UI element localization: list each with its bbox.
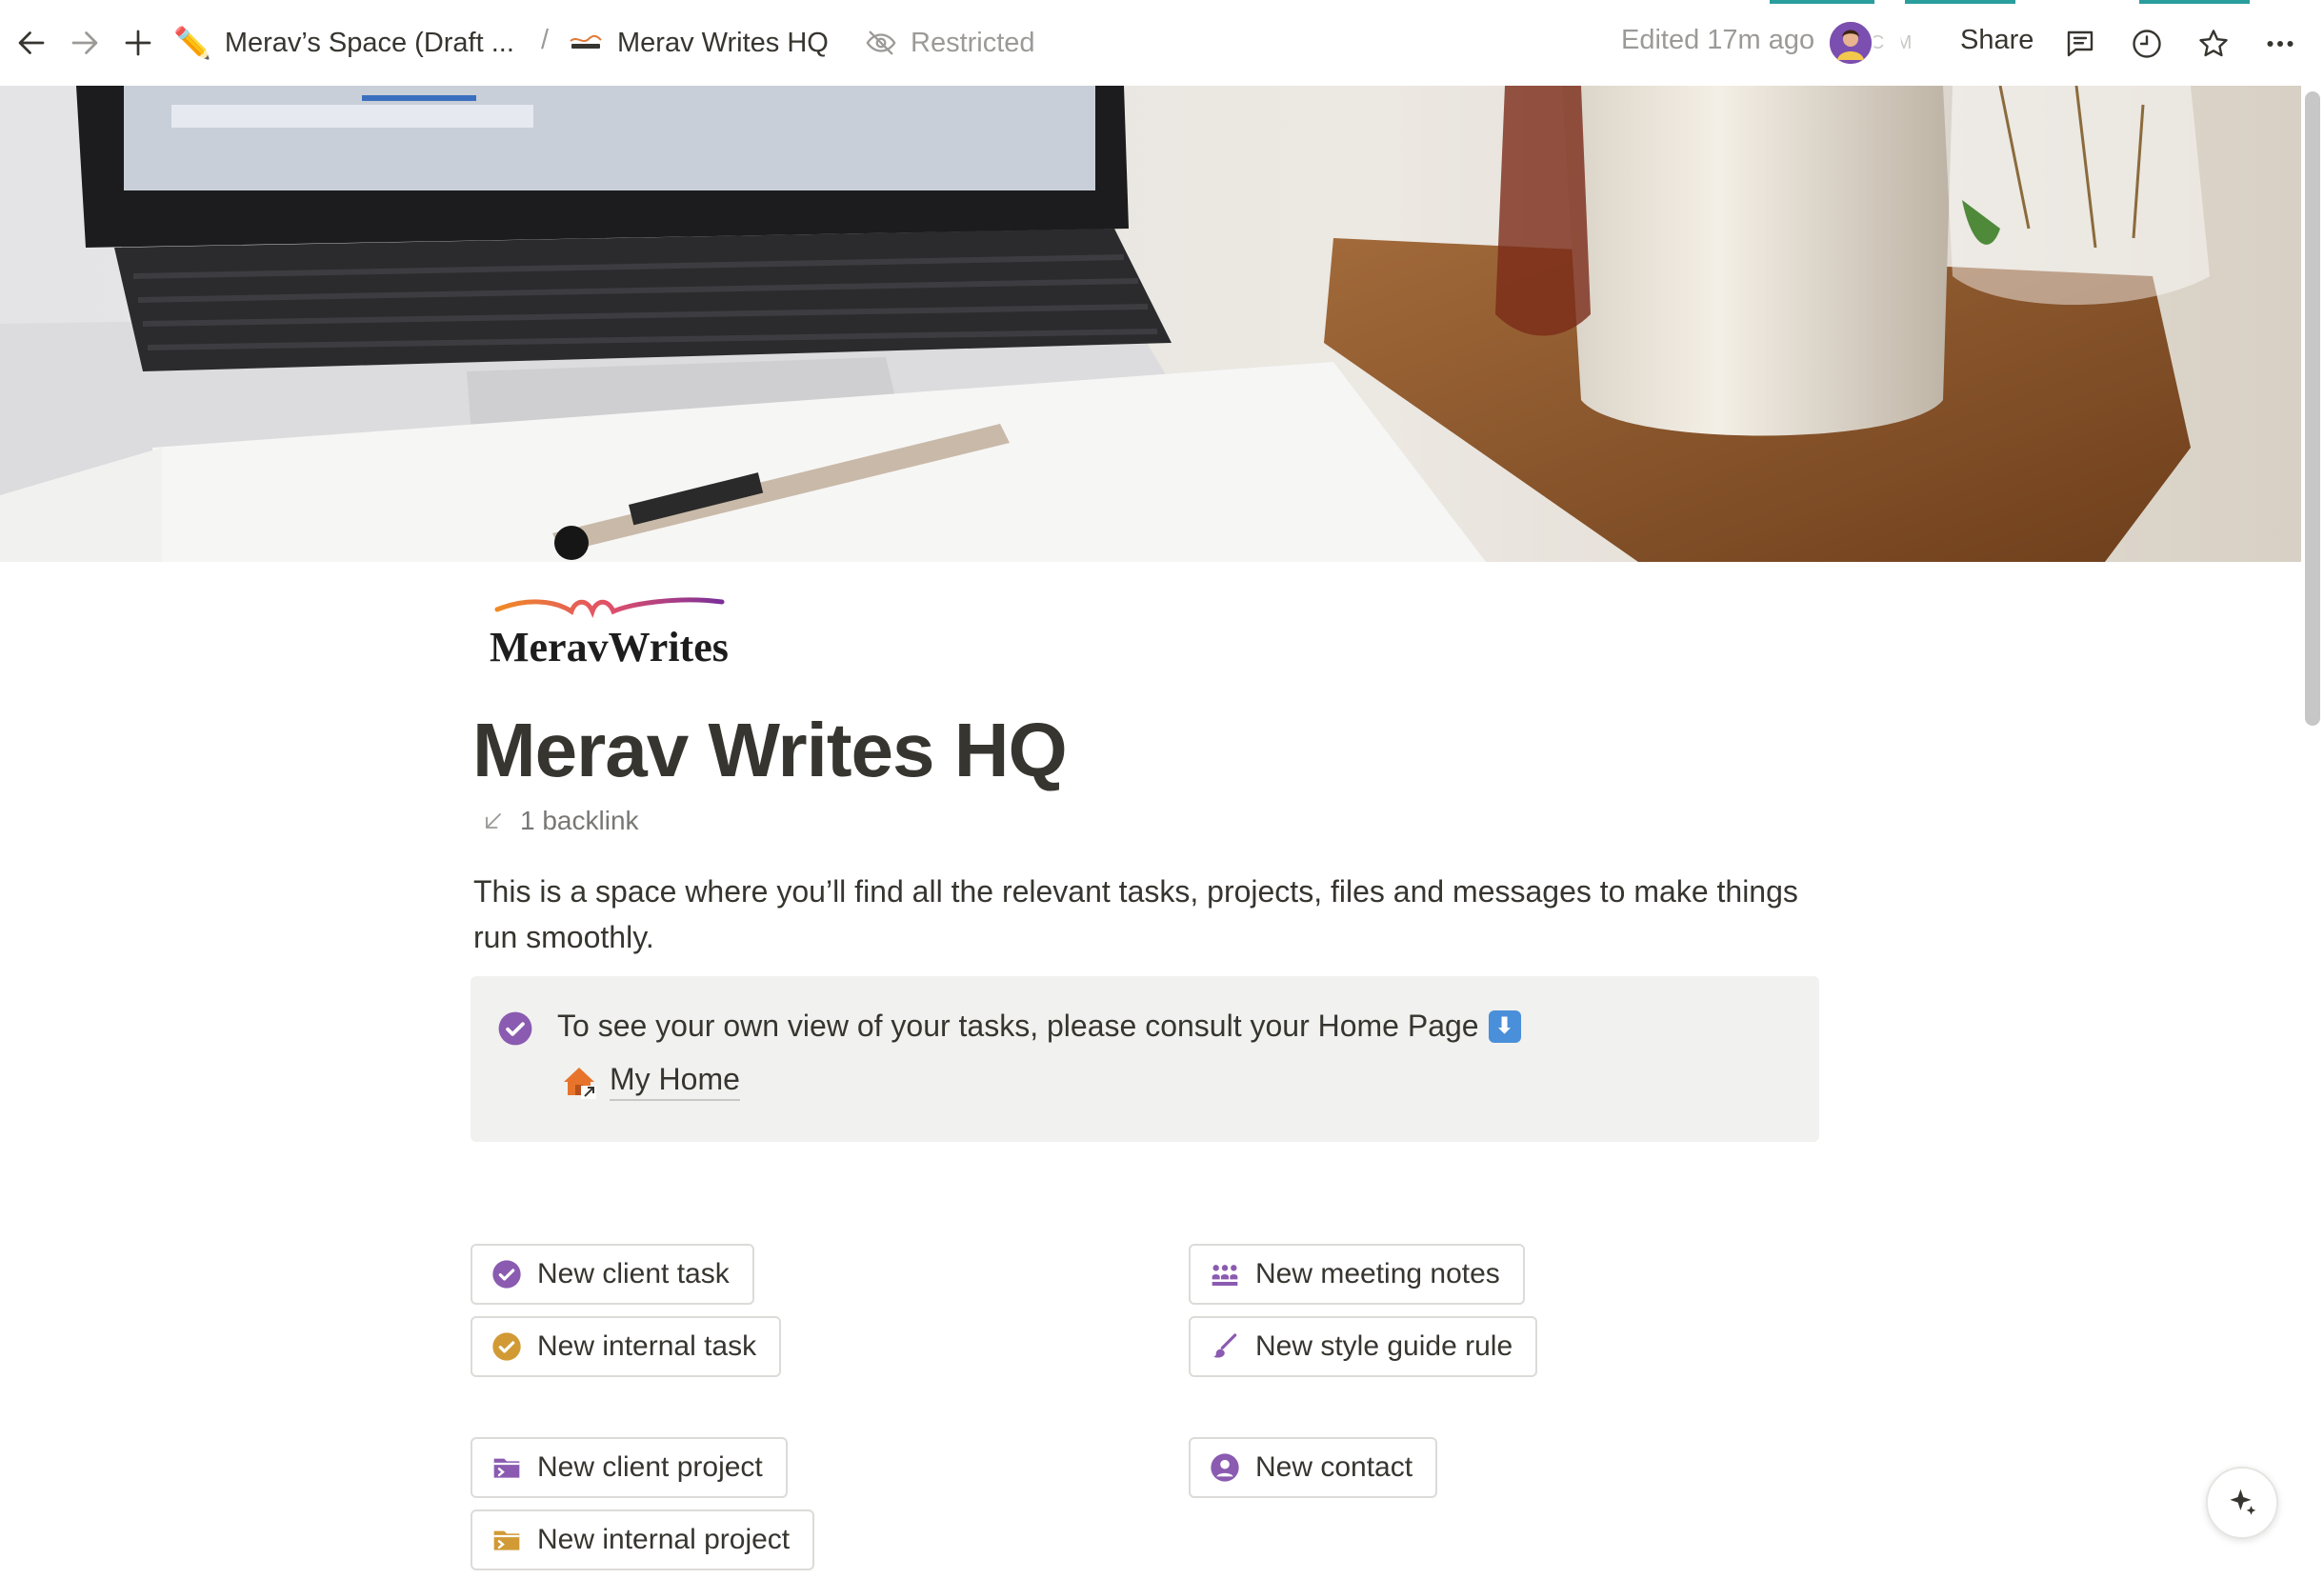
person-circle-icon	[1211, 1453, 1239, 1482]
page-title[interactable]: Merav Writes HQ	[472, 707, 1068, 794]
avatar[interactable]	[1827, 19, 1874, 67]
logo-image: MeravWrites	[490, 597, 729, 670]
breadcrumb-current[interactable]: Merav Writes HQ	[568, 21, 829, 65]
merav-writes-logo: MeravWrites	[488, 594, 731, 670]
new-client-task-label: New client task	[537, 1258, 730, 1289]
new-internal-project-button[interactable]: New internal project	[471, 1509, 815, 1570]
my-home-link[interactable]: My Home	[560, 1062, 740, 1101]
collaborator-avatars[interactable]: C M	[1827, 19, 1928, 67]
check-circle-icon[interactable]	[497, 1010, 533, 1047]
breadcrumb-separator: /	[541, 25, 550, 55]
new-style-guide-rule-label: New style guide rule	[1255, 1330, 1513, 1362]
check-circle-icon	[492, 1260, 521, 1289]
new-style-guide-rule-button[interactable]: New style guide rule	[1189, 1316, 1538, 1377]
new-page-button[interactable]	[116, 21, 160, 65]
new-internal-task-label: New internal task	[537, 1330, 757, 1362]
user-photo-icon	[1830, 22, 1872, 64]
forward-button[interactable]	[63, 21, 107, 65]
comment-icon	[2067, 30, 2094, 57]
new-internal-project-label: New internal project	[537, 1524, 791, 1555]
restricted-label: Restricted	[911, 27, 1035, 58]
callout-block[interactable]: To see your own view of your tasks, plea…	[471, 976, 1819, 1142]
down-arrow-icon: ⬇	[1488, 1009, 1521, 1043]
breadcrumb-parent-label: Merav’s Space (Draft ...	[224, 27, 514, 58]
logo-thumbnail-icon	[570, 34, 602, 49]
arrow-right-icon	[71, 31, 98, 54]
back-button[interactable]	[10, 21, 53, 65]
callout-text: To see your own view of your tasks, plea…	[557, 1009, 1521, 1044]
pencil-icon: ✏️	[173, 26, 211, 60]
intro-paragraph[interactable]: This is a space where you’ll find all th…	[473, 869, 1826, 960]
cover-image	[0, 86, 2301, 562]
new-client-project-label: New client project	[537, 1451, 763, 1483]
top-accent-line	[2139, 0, 2250, 4]
scrollbar[interactable]	[2305, 91, 2320, 726]
my-home-label: My Home	[610, 1062, 740, 1101]
backlinks-label: 1 backlink	[520, 806, 639, 835]
favorite-button[interactable]	[2193, 23, 2234, 65]
check-circle-icon	[492, 1332, 521, 1361]
sparkle-icon	[2230, 1489, 2256, 1515]
ai-assistant-button[interactable]	[2206, 1467, 2278, 1539]
top-accent-line	[1905, 0, 2015, 4]
arrow-down-left-icon	[486, 813, 501, 829]
backlinks-button[interactable]: 1 backlink	[480, 806, 639, 836]
logo-wordmark: MeravWrites	[490, 624, 729, 670]
desk-laptop-illustration	[0, 86, 2301, 562]
eye-off-icon	[866, 30, 896, 55]
folder-icon	[493, 1530, 520, 1550]
breadcrumb-current-label: Merav Writes HQ	[617, 27, 829, 58]
star-icon	[2199, 30, 2228, 57]
brush-icon	[1213, 1333, 1237, 1358]
new-client-task-button[interactable]: New client task	[471, 1244, 754, 1305]
new-meeting-notes-button[interactable]: New meeting notes	[1189, 1244, 1525, 1305]
house-link-icon	[564, 1067, 596, 1099]
new-meeting-notes-label: New meeting notes	[1255, 1258, 1500, 1289]
history-button[interactable]	[2126, 23, 2168, 65]
plus-icon	[125, 30, 151, 56]
restricted-button[interactable]: Restricted	[865, 21, 1035, 65]
clock-icon	[2133, 30, 2161, 58]
comments-button[interactable]	[2059, 23, 2101, 65]
share-button[interactable]: Share	[1960, 25, 2034, 56]
arrow-left-icon	[18, 31, 45, 54]
people-group-icon	[1212, 1265, 1238, 1286]
breadcrumb-parent[interactable]: ✏️ Merav’s Space (Draft ...	[173, 21, 514, 65]
new-internal-task-button[interactable]: New internal task	[471, 1316, 782, 1377]
top-bar: ✏️ Merav’s Space (Draft ... / Merav Writ…	[0, 0, 2324, 86]
folder-icon	[493, 1458, 520, 1478]
new-contact-button[interactable]: New contact	[1189, 1437, 1438, 1498]
callout-label: To see your own view of your tasks, plea…	[557, 1009, 1479, 1043]
new-contact-label: New contact	[1255, 1451, 1413, 1483]
ellipsis-icon	[2267, 41, 2294, 47]
new-client-project-button[interactable]: New client project	[471, 1437, 788, 1498]
edited-timestamp: Edited 17m ago	[1621, 25, 1815, 55]
top-accent-line	[1770, 0, 1874, 4]
more-options-button[interactable]	[2259, 23, 2301, 65]
